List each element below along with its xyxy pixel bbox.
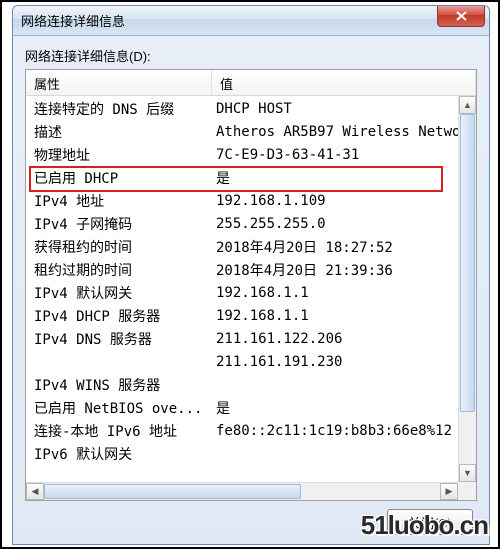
property-cell: IPv6 默认网关 bbox=[26, 444, 212, 464]
titlebar[interactable]: 网络连接详细信息 bbox=[13, 6, 489, 36]
list-row[interactable]: 描述Atheros AR5B97 Wireless Network bbox=[26, 120, 476, 143]
list-row[interactable]: IPv4 默认网关192.168.1.1 bbox=[26, 281, 476, 304]
group-label: 网络连接详细信息(D): bbox=[25, 46, 477, 65]
column-header-row: 属性 值 bbox=[26, 70, 476, 96]
value-cell: 192.168.1.1 bbox=[212, 285, 476, 301]
list-row[interactable]: 租约过期的时间2018年4月20日 21:39:36 bbox=[26, 258, 476, 281]
value-cell: 211.161.122.206 bbox=[212, 331, 476, 347]
property-cell: 已启用 NetBIOS ove... bbox=[26, 398, 212, 418]
horizontal-scrollbar[interactable]: ◀ ▶ bbox=[26, 482, 458, 500]
list-row[interactable]: IPv4 DHCP 服务器192.168.1.1 bbox=[26, 304, 476, 327]
list-row[interactable]: 物理地址7C-E9-D3-63-41-31 bbox=[26, 143, 476, 166]
property-cell: IPv4 地址 bbox=[26, 191, 212, 211]
property-cell: 物理地址 bbox=[26, 145, 212, 165]
details-listview[interactable]: 属性 值 连接特定的 DNS 后缀DHCP HOST描述Atheros AR5B… bbox=[25, 69, 477, 501]
value-cell: fe80::2c11:1c19:b8b3:66e8%12 bbox=[212, 423, 476, 439]
scrollbar-corner bbox=[458, 482, 476, 500]
property-cell: IPv4 默认网关 bbox=[26, 283, 212, 303]
close-button[interactable] bbox=[437, 6, 485, 27]
value-cell: 2018年4月20日 21:39:36 bbox=[212, 260, 476, 280]
property-cell: 已启用 DHCP bbox=[26, 168, 212, 188]
close-dialog-button[interactable]: 关闭(C) bbox=[387, 509, 473, 535]
list-row[interactable]: IPv6 默认网关 bbox=[26, 442, 476, 465]
column-header-property[interactable]: 属性 bbox=[26, 70, 212, 95]
close-icon bbox=[456, 11, 467, 21]
column-header-value[interactable]: 值 bbox=[212, 70, 476, 95]
list-row[interactable]: 连接特定的 DNS 后缀DHCP HOST bbox=[26, 97, 476, 120]
value-cell: 2018年4月20日 18:27:52 bbox=[212, 237, 476, 257]
list-row[interactable]: IPv4 DNS 服务器211.161.122.206 bbox=[26, 327, 476, 350]
list-row[interactable]: IPv4 子网掩码255.255.255.0 bbox=[26, 212, 476, 235]
property-cell: 描述 bbox=[26, 122, 212, 142]
list-row[interactable]: 连接-本地 IPv6 地址fe80::2c11:1c19:b8b3:66e8%1… bbox=[26, 419, 476, 442]
property-cell: 连接-本地 IPv6 地址 bbox=[26, 421, 212, 441]
property-cell: IPv4 DNS 服务器 bbox=[26, 329, 212, 349]
list-row[interactable]: 已启用 NetBIOS ove...是 bbox=[26, 396, 476, 419]
vertical-scrollbar[interactable]: ▲ ▼ bbox=[458, 96, 476, 482]
value-cell: 192.168.1.1 bbox=[212, 308, 476, 324]
vertical-scroll-thumb[interactable] bbox=[460, 114, 475, 412]
list-row[interactable]: IPv4 WINS 服务器 bbox=[26, 373, 476, 396]
scroll-up-button[interactable]: ▲ bbox=[459, 96, 476, 114]
list-row[interactable]: 已启用 DHCP是 bbox=[26, 166, 476, 189]
value-cell: 7C-E9-D3-63-41-31 bbox=[212, 147, 476, 163]
list-row[interactable]: 获得租约的时间2018年4月20日 18:27:52 bbox=[26, 235, 476, 258]
scroll-right-button[interactable]: ▶ bbox=[440, 483, 458, 500]
value-cell: 是 bbox=[212, 398, 476, 418]
window-title: 网络连接详细信息 bbox=[21, 11, 125, 30]
value-cell: 192.168.1.109 bbox=[212, 193, 476, 209]
dialog-window: 网络连接详细信息 网络连接详细信息(D): 属性 值 连接特定的 DNS 后缀D… bbox=[12, 5, 490, 545]
scroll-left-button[interactable]: ◀ bbox=[26, 483, 44, 500]
property-cell: IPv4 WINS 服务器 bbox=[26, 375, 212, 395]
scroll-down-button[interactable]: ▼ bbox=[459, 464, 476, 482]
property-cell: 租约过期的时间 bbox=[26, 260, 212, 280]
value-cell: Atheros AR5B97 Wireless Network bbox=[212, 124, 476, 140]
value-cell: 211.161.191.230 bbox=[212, 354, 476, 370]
list-row[interactable]: IPv4 地址192.168.1.109 bbox=[26, 189, 476, 212]
property-cell: 获得租约的时间 bbox=[26, 237, 212, 257]
value-cell: DHCP HOST bbox=[212, 101, 476, 117]
property-cell: IPv4 DHCP 服务器 bbox=[26, 306, 212, 326]
property-cell: 连接特定的 DNS 后缀 bbox=[26, 99, 212, 119]
value-cell: 是 bbox=[212, 168, 476, 188]
property-cell: IPv4 子网掩码 bbox=[26, 214, 212, 234]
horizontal-scroll-thumb[interactable] bbox=[44, 484, 301, 499]
list-row[interactable]: 211.161.191.230 bbox=[26, 350, 476, 373]
value-cell: 255.255.255.0 bbox=[212, 216, 476, 232]
